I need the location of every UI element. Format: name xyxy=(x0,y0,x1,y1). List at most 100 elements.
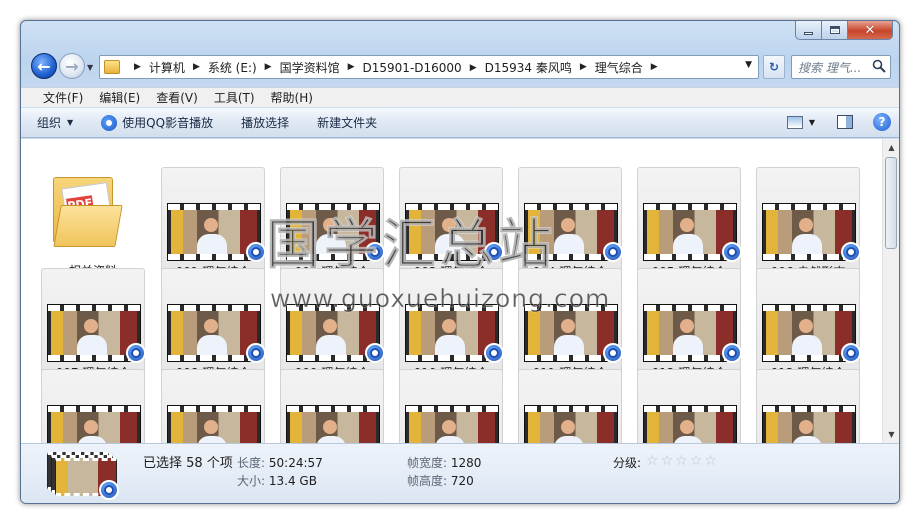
menu-bar: 文件(F) 编辑(E) 查看(V) 工具(T) 帮助(H) xyxy=(21,87,899,107)
qq-player-badge-icon xyxy=(603,242,623,262)
close-button[interactable]: ✕ xyxy=(848,21,893,40)
frame-height-value: 720 xyxy=(450,474,474,488)
video-thumbnail xyxy=(643,405,737,443)
size-field: 大小: 13.4 GB xyxy=(237,472,317,489)
chevron-right-icon[interactable]: ▶ xyxy=(470,63,477,73)
address-bar[interactable]: ▶ 计算机 ▶ 系统 (E:) ▶ 国学资料馆 ▶ D15901-D16000 ▶ D15934… xyxy=(99,55,759,79)
video-thumbnail xyxy=(47,405,141,443)
video-file-item[interactable] xyxy=(161,369,265,443)
qq-player-badge-icon xyxy=(246,242,266,262)
video-thumbnail xyxy=(762,405,856,443)
breadcrumb-item[interactable]: 理气综合 ▶ xyxy=(595,59,666,76)
minimize-button[interactable] xyxy=(795,21,822,40)
breadcrumb-label: 计算机 xyxy=(148,60,185,75)
scroll-up-icon[interactable]: ▲ xyxy=(883,139,899,156)
video-thumbnail xyxy=(762,304,861,363)
qq-player-badge-icon xyxy=(365,343,385,363)
chevron-right-icon[interactable]: ▶ xyxy=(348,62,355,72)
selection-count: 已选择 58 个项 xyxy=(143,456,233,471)
navigation-bar: ← → ▼ ▶ 计算机 ▶ 系统 (E:) ▶ 国学资料馆 ▶ D15901-D16000 ▶… xyxy=(21,49,899,85)
chevron-right-icon: ▶ xyxy=(134,62,141,72)
breadcrumb-label: 国学资料馆 xyxy=(279,60,340,75)
back-button[interactable]: ← xyxy=(31,53,57,79)
qq-player-icon xyxy=(101,114,118,131)
breadcrumb-label: D15901-D16000 xyxy=(362,60,462,75)
star-icon[interactable]: ☆ xyxy=(675,454,688,468)
search-input[interactable]: 搜索 理气... xyxy=(798,59,861,76)
breadcrumb-label: 系统 (E:) xyxy=(207,60,257,75)
video-file-item[interactable] xyxy=(399,369,503,443)
change-view-icon[interactable] xyxy=(786,115,803,129)
maximize-button[interactable] xyxy=(822,21,848,40)
menu-item[interactable]: 文件(F) xyxy=(35,88,91,107)
search-box[interactable]: 搜索 理气... xyxy=(791,55,891,79)
command-bar: 组织 ▼ 使用QQ影音播放 播放选择 新建文件夹 ▼ ? xyxy=(21,108,899,138)
preview-pane-icon[interactable] xyxy=(837,115,853,129)
rating-stars[interactable]: ☆ ☆ ☆ ☆ ☆ xyxy=(646,454,719,468)
play-with-qq-button[interactable]: 使用QQ影音播放 xyxy=(101,114,213,131)
length-field: 长度: 50:24:57 xyxy=(237,454,323,471)
play-selection-label: 播放选择 xyxy=(241,116,290,130)
menu-item[interactable]: 帮助(H) xyxy=(263,88,321,107)
video-thumbnail xyxy=(762,203,861,262)
video-thumbnail xyxy=(643,304,742,363)
multiple-videos-icon xyxy=(47,452,119,500)
view-options-dropdown[interactable]: ▼ xyxy=(809,118,815,127)
vertical-scrollbar[interactable]: ▲ ▼ xyxy=(882,139,899,443)
breadcrumb-item[interactable]: D15901-D16000 ▶ xyxy=(363,61,485,75)
breadcrumb-item[interactable]: 系统 (E:) ▶ xyxy=(208,59,280,76)
chevron-right-icon[interactable]: ▶ xyxy=(580,62,587,72)
qq-player-badge-icon xyxy=(484,242,504,262)
new-folder-button[interactable]: 新建文件夹 xyxy=(317,114,377,131)
arrow-left-icon: ← xyxy=(37,56,51,76)
refresh-icon: ↻ xyxy=(768,60,780,74)
chevron-right-icon[interactable]: ▶ xyxy=(265,62,272,72)
chevron-right-icon[interactable]: ▶ xyxy=(193,62,200,72)
video-thumbnail xyxy=(286,203,385,262)
chevron-right-icon[interactable]: ▶ xyxy=(651,62,658,72)
arrow-right-icon: → xyxy=(65,56,79,76)
frame-height-key: 帧高度: xyxy=(407,474,448,488)
address-dropdown[interactable]: ▼ xyxy=(745,60,752,70)
video-thumbnail xyxy=(524,203,623,262)
menu-item[interactable]: 编辑(E) xyxy=(91,88,148,107)
qq-player-badge-icon xyxy=(99,480,119,500)
forward-button[interactable]: → xyxy=(59,53,85,79)
star-icon[interactable]: ☆ xyxy=(661,454,674,468)
length-value: 50:24:57 xyxy=(268,456,323,470)
video-thumbnail xyxy=(286,405,380,443)
refresh-button[interactable]: ↻ xyxy=(763,55,785,79)
menu-item[interactable]: 工具(T) xyxy=(206,88,263,107)
size-value: 13.4 GB xyxy=(268,474,317,488)
video-thumbnail xyxy=(405,304,504,363)
menu-item[interactable]: 查看(V) xyxy=(148,88,206,107)
window-controls: ✕ xyxy=(795,21,893,40)
breadcrumb-item[interactable]: 国学资料馆 ▶ xyxy=(280,59,363,76)
length-key: 长度: xyxy=(237,456,266,470)
explorer-window: ✕ ← → ▼ ▶ 计算机 ▶ 系统 (E:) ▶ 国学资料馆 ▶ D15901-D1600… xyxy=(20,20,900,504)
video-file-item[interactable] xyxy=(518,369,622,443)
star-icon[interactable]: ☆ xyxy=(704,454,717,468)
video-file-item[interactable] xyxy=(756,369,860,443)
video-file-item[interactable] xyxy=(637,369,741,443)
star-icon[interactable]: ☆ xyxy=(646,454,659,468)
file-view: ▲ ▼ PDF相关资料001.理气综合-01.mp4002.理气综合-02.mp… xyxy=(21,139,899,443)
qq-player-badge-icon xyxy=(126,343,146,363)
breadcrumb-item[interactable]: 计算机 ▶ xyxy=(149,59,208,76)
breadcrumb-root-arrow[interactable]: ▶ xyxy=(126,62,149,72)
organize-button[interactable]: 组织 ▼ xyxy=(37,114,73,131)
breadcrumb-item[interactable]: D15934 秦风鸣 ▶ xyxy=(485,59,595,76)
qq-player-badge-icon xyxy=(841,343,861,363)
video-file-item[interactable] xyxy=(280,369,384,443)
breadcrumb-label: D15934 秦风鸣 xyxy=(484,60,572,75)
video-thumbnail xyxy=(286,304,385,363)
search-icon[interactable] xyxy=(872,59,886,73)
command-bar-right: ▼ ? xyxy=(786,113,891,131)
help-icon[interactable]: ? xyxy=(873,113,891,131)
scroll-down-icon[interactable]: ▼ xyxy=(883,426,899,443)
play-selection-button[interactable]: 播放选择 xyxy=(241,114,289,131)
scrollbar-thumb[interactable] xyxy=(885,157,897,249)
star-icon[interactable]: ☆ xyxy=(690,454,703,468)
video-file-item[interactable] xyxy=(41,369,145,443)
recent-pages-dropdown[interactable]: ▼ xyxy=(87,63,93,72)
